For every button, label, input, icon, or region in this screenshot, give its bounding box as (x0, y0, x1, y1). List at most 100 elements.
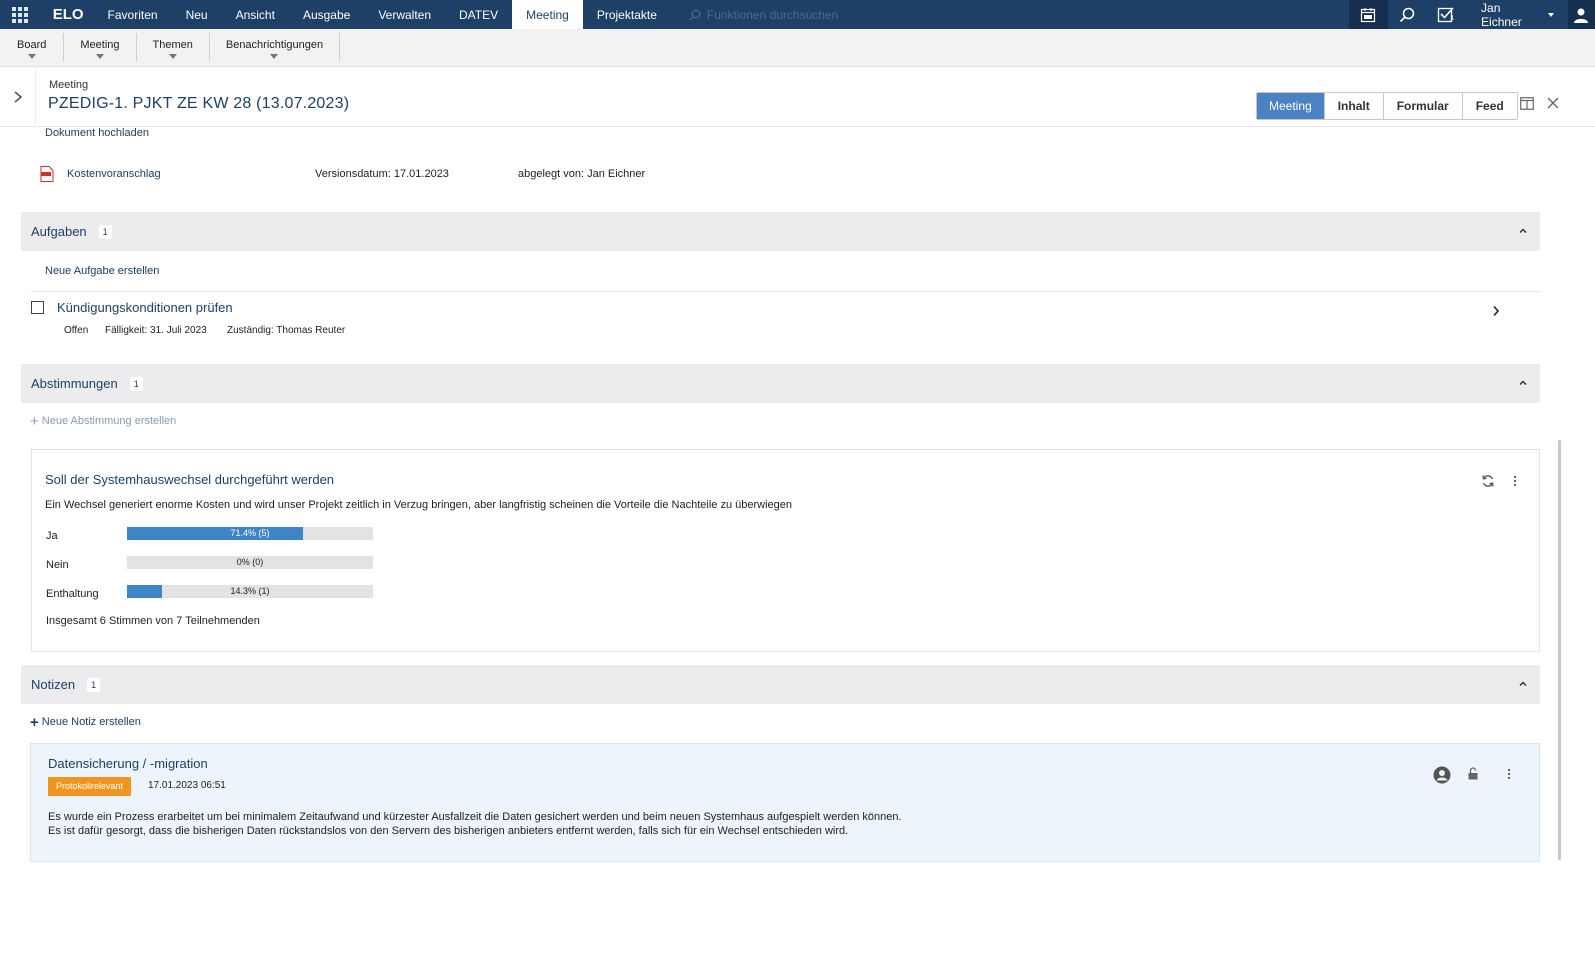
nav-projektakte[interactable]: Projektakte (583, 0, 671, 29)
task-status: Offen (64, 325, 89, 336)
poll-option-nein[interactable]: Nein 0% (0) (46, 556, 386, 572)
meeting-content: Dokument hochladen Kostenvoranschlag Ver… (0, 127, 1566, 940)
unlock-icon[interactable] (1467, 767, 1479, 780)
page-title: PZEDIG-1. PJKT ZE KW 28 (13.07.2023) (48, 95, 350, 112)
nav-meeting[interactable]: Meeting (512, 0, 583, 29)
chevron-right-icon (13, 91, 22, 103)
poll-option-enthaltung[interactable]: Enthaltung 14.3% (1) (46, 585, 386, 601)
ribbon-label: Benachrichtigungen (225, 39, 324, 51)
new-poll-link[interactable]: + Neue Abstimmung erstellen (30, 412, 177, 430)
ribbon-board[interactable]: Board (0, 33, 65, 61)
poll-option-ja[interactable]: Ja 71.4% (5) (46, 527, 386, 543)
note-line: Es ist dafür gesorgt, dass die bisherige… (48, 825, 849, 837)
search-button[interactable] (1388, 0, 1427, 29)
layout-toggle-button[interactable] (1520, 97, 1534, 113)
document-name-link[interactable]: Kostenvoranschlag (67, 168, 315, 180)
plus-icon: + (30, 713, 39, 731)
poll-question[interactable]: Soll der Systemhauswechsel durchgeführt … (45, 472, 334, 487)
poll-description: Ein Wechsel generiert enorme Kosten und … (45, 499, 792, 511)
poll-card: Soll der Systemhauswechsel durchgeführt … (31, 449, 1540, 652)
task-assignee: Zuständig: Thomas Reuter (227, 325, 346, 336)
scrollbar-track[interactable] (1566, 127, 1595, 940)
scrollbar-thumb[interactable] (1558, 440, 1561, 860)
note-card: Datensicherung / -migration Protokollrel… (30, 743, 1540, 862)
tab-formular[interactable]: Formular (1382, 93, 1462, 119)
poll-bar-text: 71.4% (5) (230, 528, 270, 538)
poll-option-label: Enthaltung (46, 588, 99, 600)
ribbon-label: Meeting (80, 39, 120, 51)
new-task-link[interactable]: Neue Aufgabe erstellen (45, 265, 159, 277)
poll-option-label: Nein (46, 559, 69, 571)
nav-ausgabe[interactable]: Ausgabe (289, 0, 364, 29)
divider (31, 291, 1540, 292)
grid-icon (12, 6, 29, 23)
ribbon-themen[interactable]: Themen (137, 33, 210, 61)
section-title: Abstimmungen (31, 376, 118, 391)
section-count: 1 (87, 677, 101, 692)
caret-down-icon (1547, 12, 1554, 17)
new-note-link[interactable]: + Neue Notiz erstellen (30, 713, 141, 731)
tab-feed[interactable]: Feed (1461, 93, 1517, 119)
tab-meeting[interactable]: Meeting (1257, 93, 1324, 119)
dropdown-icon (27, 54, 36, 59)
task-checkbox[interactable] (31, 301, 44, 314)
window-layout-icon (1520, 97, 1534, 110)
function-search[interactable]: Funktionen durchsuchen (689, 8, 1349, 22)
view-tabs: Meeting Inhalt Formular Feed (1256, 92, 1518, 120)
header-subtitle: Meeting (49, 79, 89, 91)
ribbon-benachrichtigungen[interactable]: Benachrichtigungen (210, 33, 341, 61)
chevron-right-icon[interactable] (1492, 305, 1500, 317)
chevron-up-icon[interactable] (1518, 680, 1528, 687)
poll-bar-text: 14.3% (1) (230, 586, 270, 596)
version-date: Versionsdatum: 17.01.2023 (315, 168, 449, 180)
search-placeholder: Funktionen durchsuchen (706, 7, 839, 22)
user-menu[interactable]: Jan Eichner (1465, 1, 1568, 29)
elo-calendar-button[interactable] (1349, 0, 1388, 29)
more-vertical-icon[interactable] (1513, 475, 1517, 487)
poll-option-label: Ja (46, 530, 58, 542)
polls-section-header[interactable]: Abstimmungen 1 (21, 364, 1540, 403)
brand-logo: ELO (52, 6, 84, 23)
new-poll-label: Neue Abstimmung erstellen (41, 415, 177, 427)
close-button[interactable] (1547, 97, 1559, 112)
nav-favoriten[interactable]: Favoriten (94, 0, 172, 29)
notes-section-header[interactable]: Notizen 1 (21, 665, 1540, 704)
chevron-up-icon[interactable] (1518, 227, 1528, 234)
upload-document-link[interactable]: Dokument hochladen (45, 127, 149, 139)
ribbon-toolbar: Board Meeting Themen Benachrichtigungen (0, 29, 1595, 67)
person-icon (1574, 8, 1589, 23)
author-avatar-icon[interactable] (1433, 766, 1451, 784)
nav-ansicht[interactable]: Ansicht (222, 0, 289, 29)
close-icon (1547, 97, 1559, 109)
section-count: 1 (129, 376, 143, 391)
chevron-up-icon[interactable] (1518, 379, 1528, 386)
expand-sidebar-button[interactable] (0, 67, 36, 127)
nav-verwalten[interactable]: Verwalten (364, 0, 445, 29)
filed-by: abgelegt von: Jan Eichner (518, 168, 646, 180)
pdf-file-icon (40, 166, 54, 182)
poll-total: Insgesamt 6 Stimmen von 7 Teilnehmenden (46, 615, 260, 627)
new-note-label: Neue Notiz erstellen (41, 716, 141, 728)
nav-datev[interactable]: DATEV (445, 0, 512, 29)
poll-bar-text: 0% (0) (236, 557, 264, 567)
profile-button[interactable] (1567, 0, 1595, 29)
refresh-icon[interactable] (1481, 474, 1495, 488)
tasks-section-header[interactable]: Aufgaben 1 (21, 212, 1540, 251)
section-title: Aufgaben (31, 224, 87, 239)
ribbon-label: Board (17, 39, 47, 51)
ribbon-meeting[interactable]: Meeting (64, 33, 137, 61)
note-title[interactable]: Datensicherung / -migration (48, 756, 208, 771)
tasks-button[interactable]: 1 (1426, 0, 1465, 29)
plus-icon: + (30, 412, 39, 430)
meeting-header: Meeting PZEDIG-1. PJKT ZE KW 28 (13.07.2… (0, 67, 1595, 127)
task-title-link[interactable]: Kündigungskonditionen prüfen (57, 300, 233, 315)
app-grid-button[interactable] (0, 0, 41, 29)
note-text: Es wurde ein Prozess erarbeitet um bei m… (48, 810, 902, 838)
calendar-icon (1361, 7, 1376, 22)
note-date: 17.01.2023 06:51 (148, 780, 226, 791)
nav-neu[interactable]: Neu (172, 0, 222, 29)
tab-inhalt[interactable]: Inhalt (1323, 93, 1383, 119)
more-vertical-icon[interactable] (1507, 768, 1511, 780)
dropdown-icon (168, 54, 177, 59)
poll-bar: 14.3% (1) (127, 585, 373, 598)
